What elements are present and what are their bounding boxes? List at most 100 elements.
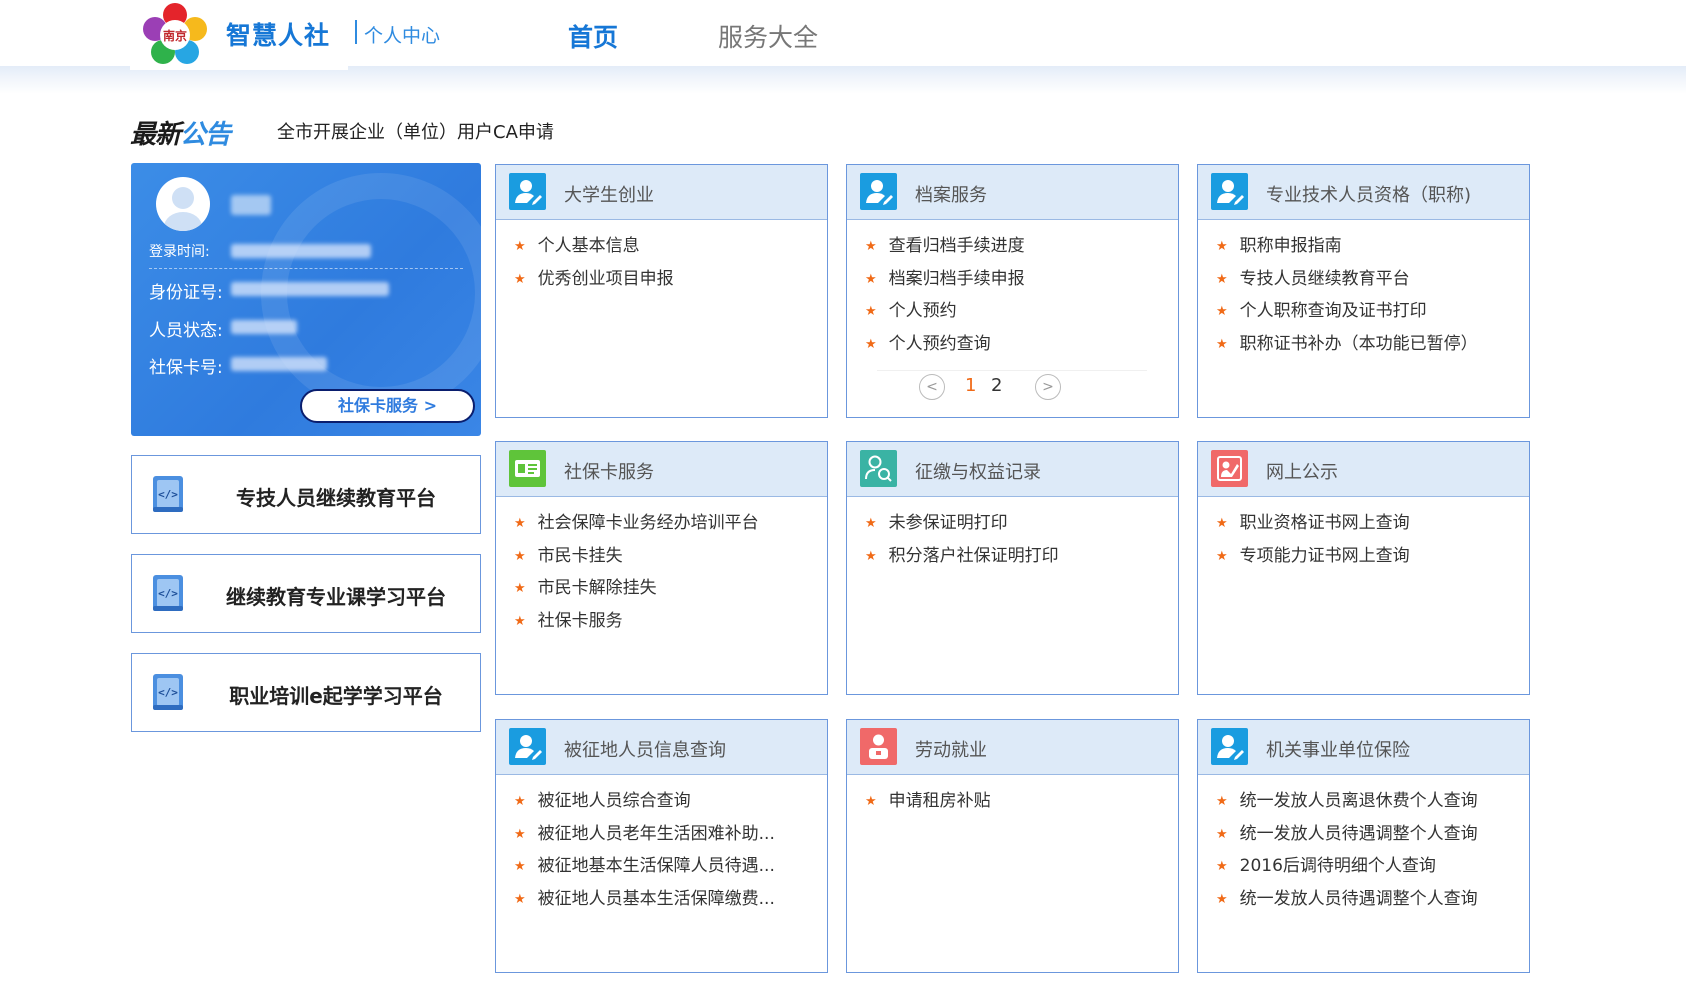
service-card-land-requisition: 被征地人员信息查询 ★ 被征地人员综合查询 ★ 被征地人员老年生活困难补助... ★…	[495, 719, 828, 973]
star-icon: ★	[865, 794, 877, 809]
pagination-next-button[interactable]: >	[1035, 374, 1061, 400]
pagination-page-2[interactable]: 2	[991, 375, 1002, 396]
notice-logo-part1: 最新	[130, 120, 181, 150]
platform-label: 继续教育专业课学习平台	[226, 585, 446, 609]
pagination-prev-button[interactable]: <	[919, 374, 945, 400]
platform-link-2[interactable]: </> 继续教育专业课学习平台	[131, 554, 481, 633]
service-card-header: 劳动就业	[847, 720, 1178, 775]
service-link[interactable]: ★ 档案归档手续申报	[865, 264, 1025, 297]
service-link[interactable]: ★ 社保卡服务	[514, 606, 759, 639]
service-link[interactable]: ★ 个人预约查询	[865, 329, 1025, 362]
service-link[interactable]: ★ 查看归档手续进度	[865, 231, 1025, 264]
service-card-header: 大学生创业	[496, 165, 827, 220]
service-list: ★ 统一发放人员离退休费个人查询 ★ 统一发放人员待遇调整个人查询 ★ 2016后调待…	[1216, 786, 1478, 916]
service-link[interactable]: ★ 统一发放人员待遇调整个人查询	[1216, 819, 1478, 852]
service-link[interactable]: ★ 未参保证明打印	[865, 508, 1059, 541]
user-search-icon	[860, 450, 897, 487]
user-edit-icon	[509, 173, 546, 210]
social-card-service-button[interactable]: 社保卡服务 >	[300, 389, 475, 423]
notice-link[interactable]: 全市开展企业（单位）用户CA申请	[277, 118, 554, 144]
star-icon: ★	[865, 304, 877, 319]
card-number-label: 社保卡号:	[149, 358, 223, 378]
service-list: ★ 职业资格证书网上查询 ★ 专项能力证书网上查询	[1216, 508, 1410, 573]
star-icon: ★	[865, 336, 877, 352]
id-number-masked	[231, 282, 389, 296]
pagination-page-1[interactable]: 1	[965, 375, 976, 396]
service-card-title: 大学生创业	[564, 185, 654, 206]
service-card-title: 征缴与权益记录	[915, 462, 1041, 483]
svg-text:南京: 南京	[163, 28, 187, 43]
star-icon: ★	[1216, 891, 1228, 907]
service-list: ★ 职称申报指南 ★ 专技人员继续教育平台 ★ 个人职称查询及证书打印 ★ 职称证书补办…	[1216, 231, 1478, 361]
user-announce-icon	[1211, 450, 1248, 487]
star-icon: ★	[865, 271, 877, 287]
service-card-header: 被征地人员信息查询	[496, 720, 827, 775]
service-link[interactable]: ★ 个人基本信息	[514, 231, 674, 264]
person-status-masked	[231, 320, 297, 334]
service-card-startup: 大学生创业 ★ 个人基本信息 ★ 优秀创业项目申报	[495, 164, 828, 418]
avatar	[156, 177, 210, 231]
service-card-header: 网上公示	[1198, 442, 1529, 497]
person-status-label: 人员状态:	[149, 321, 223, 341]
service-link[interactable]: ★ 被征地人员基本生活保障缴费...	[514, 884, 775, 917]
star-icon: ★	[514, 581, 526, 596]
star-icon: ★	[1216, 239, 1228, 254]
card-divider	[149, 268, 463, 269]
platform-link-1[interactable]: </> 专技人员继续教育平台	[131, 455, 481, 534]
star-icon: ★	[1216, 826, 1228, 842]
service-card-archive: 档案服务 ★ 查看归档手续进度 ★ 档案归档手续申报 ★ 个人预约 ★ 个人预约查询 <…	[846, 164, 1179, 418]
service-card-header: 征缴与权益记录	[847, 442, 1178, 497]
service-link[interactable]: ★ 申请租房补贴	[865, 786, 991, 819]
service-link[interactable]: ★ 统一发放人员待遇调整个人查询	[1216, 884, 1478, 917]
service-link[interactable]: ★ 被征地人员综合查询	[514, 786, 775, 819]
service-card-header: 机关事业单位保险	[1198, 720, 1529, 775]
service-link[interactable]: ★ 优秀创业项目申报	[514, 264, 674, 297]
service-card-header: 档案服务	[847, 165, 1178, 220]
user-name-masked	[231, 195, 271, 215]
star-icon: ★	[514, 613, 526, 629]
service-link[interactable]: ★ 个人职称查询及证书打印	[1216, 296, 1478, 329]
service-card-contribution-records: 征缴与权益记录 ★ 未参保证明打印 ★ 积分落户社保证明打印	[846, 441, 1179, 695]
service-card-title: 专业技术人员资格（职称)	[1266, 185, 1472, 206]
service-link[interactable]: ★ 职业资格证书网上查询	[1216, 508, 1410, 541]
book-code-icon: </>	[153, 674, 183, 710]
service-link[interactable]: ★ 市民卡挂失	[514, 541, 759, 574]
service-list: ★ 被征地人员综合查询 ★ 被征地人员老年生活困难补助... ★ 被征地基本生活保障人…	[514, 786, 775, 916]
pagination: < 1 2 >	[877, 370, 1147, 400]
star-icon: ★	[865, 548, 877, 564]
nav-services[interactable]: 服务大全	[718, 18, 818, 54]
platform-link-3[interactable]: </> 职业培训e起学学习平台	[131, 653, 481, 732]
service-link[interactable]: ★ 职称证书补办（本功能已暂停）	[1216, 329, 1478, 362]
service-link[interactable]: ★ 专项能力证书网上查询	[1216, 541, 1410, 574]
user-edit-icon	[1211, 173, 1248, 210]
star-icon: ★	[1216, 859, 1228, 874]
service-link[interactable]: ★ 统一发放人员离退休费个人查询	[1216, 786, 1478, 819]
user-avatar-icon	[164, 187, 202, 231]
svg-text:</>: </>	[158, 488, 178, 501]
service-link[interactable]: ★ 被征地基本生活保障人员待遇...	[514, 851, 775, 884]
nav-home[interactable]: 首页	[568, 18, 618, 54]
service-card-professional-title: 专业技术人员资格（职称) ★ 职称申报指南 ★ 专技人员继续教育平台 ★ 个人职称查询…	[1197, 164, 1530, 418]
login-time-masked	[231, 244, 371, 258]
service-link[interactable]: ★ 被征地人员老年生活困难补助...	[514, 819, 775, 852]
service-card-title: 社保卡服务	[564, 462, 654, 483]
header-shadow	[0, 66, 1686, 94]
id-card-icon	[509, 450, 546, 487]
service-link[interactable]: ★ 专技人员继续教育平台	[1216, 264, 1478, 297]
user-edit-icon	[509, 728, 546, 765]
service-link[interactable]: ★ 2016后调待明细个人查询	[1216, 851, 1478, 884]
service-link[interactable]: ★ 社会保障卡业务经办培训平台	[514, 508, 759, 541]
star-icon: ★	[514, 826, 526, 842]
card-number-masked	[231, 357, 327, 371]
brand-title: 智慧人社	[226, 21, 331, 50]
service-link[interactable]: ★ 积分落户社保证明打印	[865, 541, 1059, 574]
platform-label: 专技人员继续教育平台	[236, 486, 436, 510]
service-link[interactable]: ★ 职称申报指南	[1216, 231, 1478, 264]
service-link[interactable]: ★ 个人预约	[865, 296, 1025, 329]
star-icon: ★	[865, 516, 877, 531]
service-card-title: 被征地人员信息查询	[564, 740, 726, 761]
login-time-label: 登录时间:	[149, 244, 210, 260]
brand-logo-icon: 南京	[143, 3, 207, 64]
user-worker-icon	[860, 728, 897, 765]
service-link[interactable]: ★ 市民卡解除挂失	[514, 573, 759, 606]
